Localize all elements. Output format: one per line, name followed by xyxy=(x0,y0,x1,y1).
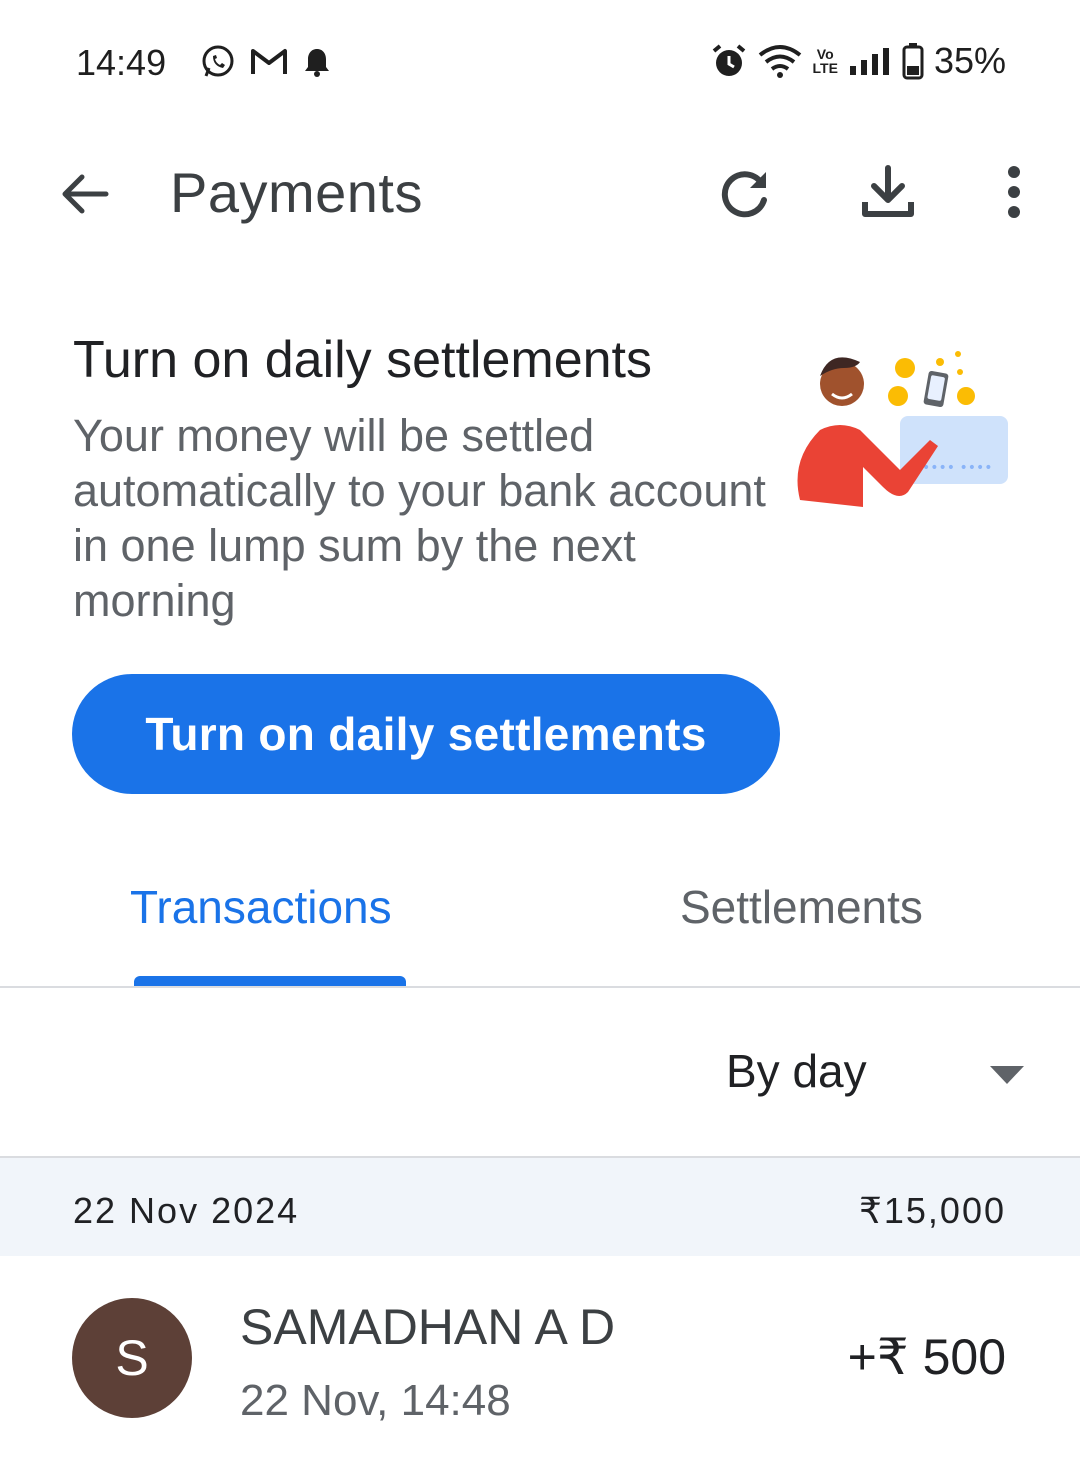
turn-on-daily-settlements-button[interactable]: Turn on daily settlements xyxy=(72,674,780,794)
date-group-date: 22 Nov 2024 xyxy=(73,1190,300,1231)
settlement-banner-title: Turn on daily settlements xyxy=(73,331,653,389)
transaction-row[interactable]: S SAMADHAN A D 22 Nov, 14:48 +₹ 500 xyxy=(0,1256,1080,1460)
battery-percentage: 35% xyxy=(933,40,1006,81)
period-filter-dropdown[interactable]: By day xyxy=(726,1044,867,1098)
payments-screen: 14:49 Vo LTE 35% Payments Turn on daily … xyxy=(0,0,1080,1460)
back-arrow-icon[interactable] xyxy=(54,162,118,226)
transaction-amount: +₹ 500 xyxy=(847,1329,1006,1385)
more-vert-icon[interactable] xyxy=(990,160,1038,224)
tab-settlements[interactable]: Settlements xyxy=(680,880,923,934)
volte-bottom-text: LTE xyxy=(812,60,838,76)
signal-icon xyxy=(849,48,889,75)
status-time: 14:49 xyxy=(76,42,167,83)
tab-transactions[interactable]: Transactions xyxy=(130,880,392,934)
transaction-payer-name: SAMADHAN A D xyxy=(240,1299,616,1355)
refresh-icon[interactable] xyxy=(712,162,776,226)
status-notification-icons xyxy=(200,44,332,80)
wifi-icon xyxy=(758,45,801,78)
date-group-header: 22 Nov 2024 ₹15,000 xyxy=(0,1158,1080,1256)
active-tab-indicator xyxy=(134,976,406,986)
app-bar: Payments xyxy=(0,140,1080,250)
status-bar: 14:49 Vo LTE 35% xyxy=(0,0,1080,120)
transaction-time: 22 Nov, 14:48 xyxy=(240,1376,511,1425)
volte-icon: Vo LTE xyxy=(813,47,838,75)
dropdown-arrow-icon[interactable] xyxy=(990,1066,1024,1084)
date-group-total: ₹15,000 xyxy=(858,1190,1006,1231)
page-title: Payments xyxy=(170,161,423,224)
download-icon[interactable] xyxy=(856,160,920,224)
tab-divider xyxy=(0,986,1080,988)
whatsapp-icon xyxy=(202,45,234,77)
gmail-icon xyxy=(251,49,287,74)
illustration-card-text: •••• •••• xyxy=(922,460,993,476)
settlement-banner-description: Your money will be settled automatically… xyxy=(73,410,766,626)
avatar: S xyxy=(72,1298,192,1418)
battery-icon xyxy=(902,43,924,80)
volte-top-text: Vo xyxy=(816,46,834,62)
person-with-phone-illustration: •••• •••• xyxy=(797,351,1008,507)
alarm-icon xyxy=(712,44,745,76)
status-system-icons: Vo LTE 35% xyxy=(711,40,1006,82)
notification-bell-icon xyxy=(305,49,329,77)
